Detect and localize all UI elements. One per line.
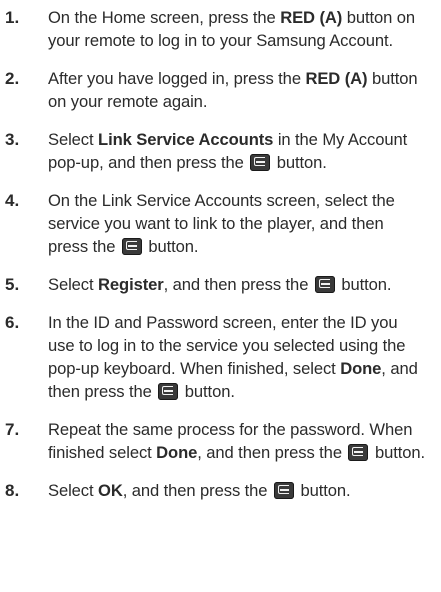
step-item: 3. Select Link Service Accounts in the My…	[0, 128, 441, 174]
step-text: On the Link Service Accounts screen, sel…	[48, 189, 428, 258]
step-text-fragment: Select	[48, 481, 99, 500]
step-item: 6. In the ID and Password screen, enter t…	[0, 311, 441, 403]
step-item: 2. After you have logged in, press the RE…	[0, 67, 441, 113]
step-number: 4.	[5, 191, 20, 210]
step-text-fragment: On the Home screen, press the	[48, 8, 281, 27]
step-number: 3.	[5, 130, 20, 149]
step-text-fragment: , and then press the	[122, 481, 272, 500]
step-number: 5.	[5, 275, 20, 294]
enter-button-icon	[121, 238, 142, 255]
step-text: Select Register, and then press the butt…	[48, 273, 428, 296]
emphasized-term: Link Service Accounts	[98, 130, 274, 149]
step-number: 6.	[5, 313, 20, 332]
step-item: 7. Repeat the same process for the passwo…	[0, 418, 441, 464]
step-text-fragment: , and then press the	[163, 275, 313, 294]
step-text-fragment: button.	[336, 275, 392, 294]
enter-button-icon	[314, 276, 335, 293]
step-text: Select Link Service Accounts in the My A…	[48, 128, 428, 174]
enter-button-icon	[250, 154, 271, 171]
step-text-fragment: Select	[48, 275, 99, 294]
step-item: 4. On the Link Service Accounts screen, s…	[0, 189, 441, 258]
instruction-steps-list: 1. On the Home screen, press the RED (A) …	[0, 0, 441, 502]
emphasized-term: Done	[156, 443, 198, 462]
step-text-fragment: After you have logged in, press the	[48, 69, 306, 88]
step-text-fragment: button.	[370, 443, 426, 462]
step-text-fragment: button.	[180, 382, 235, 401]
step-text: In the ID and Password screen, enter the…	[48, 311, 428, 403]
enter-button-icon	[158, 383, 179, 400]
step-item: 1. On the Home screen, press the RED (A) …	[0, 6, 441, 52]
step-text-fragment: Select	[48, 130, 99, 149]
step-text: Select OK, and then press the button.	[48, 479, 428, 502]
step-text: Repeat the same process for the password…	[48, 418, 428, 464]
emphasized-term: OK	[98, 481, 123, 500]
emphasized-term: Done	[340, 359, 382, 378]
step-text: On the Home screen, press the RED (A) bu…	[48, 6, 428, 52]
step-item: 8. Select OK, and then press the button.	[0, 479, 441, 502]
enter-button-icon	[348, 444, 369, 461]
step-text: After you have logged in, press the RED …	[48, 67, 428, 113]
step-text-fragment: button.	[272, 153, 327, 172]
step-number: 1.	[5, 8, 20, 27]
step-text-fragment: button.	[295, 481, 351, 500]
step-text-fragment: On the Link Service Accounts screen, sel…	[48, 191, 395, 256]
emphasized-term: Register	[98, 275, 164, 294]
step-number: 7.	[5, 420, 20, 439]
step-text-fragment: button.	[143, 237, 199, 256]
step-number: 2.	[5, 69, 20, 88]
step-text-fragment: , and then press the	[197, 443, 347, 462]
enter-button-icon	[273, 482, 294, 499]
emphasized-term: RED (A)	[305, 69, 368, 88]
step-number: 8.	[5, 481, 20, 500]
emphasized-term: RED (A)	[280, 8, 343, 27]
step-item: 5. Select Register, and then press the bu…	[0, 273, 441, 296]
